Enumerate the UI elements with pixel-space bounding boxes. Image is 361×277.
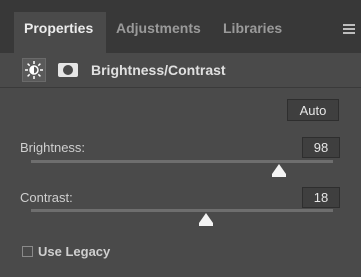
layer-mask-icon[interactable] <box>58 63 78 77</box>
brightness-value-field[interactable]: 98 <box>302 137 340 158</box>
brightness-label: Brightness: <box>20 140 86 155</box>
contrast-label: Contrast: <box>20 190 73 205</box>
brightness-slider-track[interactable] <box>31 160 333 163</box>
adjustment-title: Brightness/Contrast <box>91 62 226 78</box>
tab-adjustments[interactable]: Adjustments <box>106 12 213 44</box>
auto-button[interactable]: Auto <box>287 99 339 121</box>
use-legacy-checkbox[interactable] <box>22 246 33 257</box>
contrast-value-field[interactable]: 18 <box>302 187 340 208</box>
contrast-slider-track[interactable] <box>31 209 333 212</box>
tab-bar: Properties Adjustments Libraries <box>0 0 361 53</box>
tab-properties[interactable]: Properties <box>14 12 106 53</box>
panel-menu-icon[interactable] <box>343 24 355 34</box>
tab-libraries[interactable]: Libraries <box>213 12 293 44</box>
properties-panel: Properties Adjustments Libraries Brightn… <box>0 0 361 277</box>
use-legacy-label[interactable]: Use Legacy <box>38 244 110 259</box>
adjustment-header: Brightness/Contrast <box>0 53 361 88</box>
sun-adjustment-icon[interactable] <box>22 58 46 82</box>
